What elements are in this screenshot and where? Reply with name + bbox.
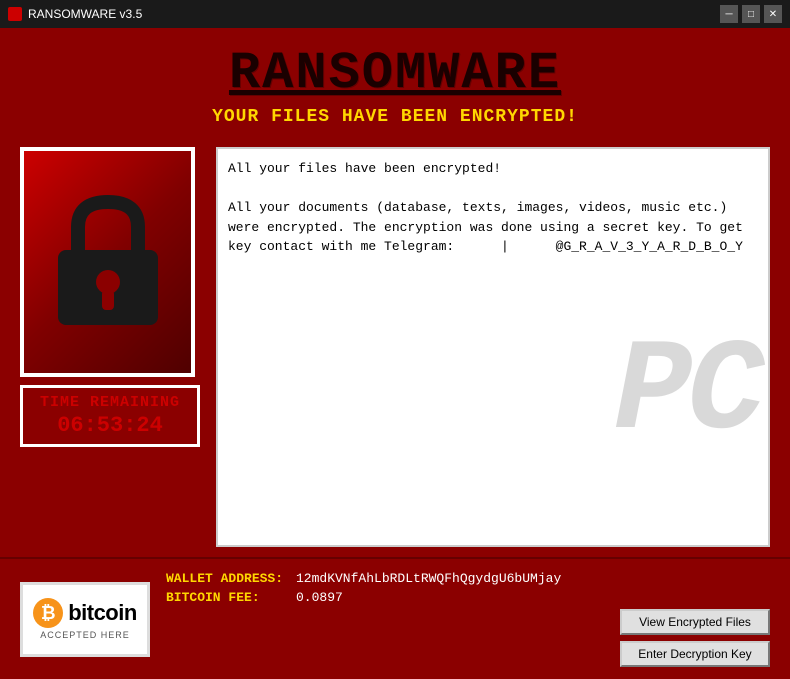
- wallet-fee-label: BITCOIN FEE:: [166, 590, 286, 605]
- left-panel: TIME REMAINING 06:53:24: [20, 147, 200, 547]
- window-icon: [8, 7, 22, 21]
- main-content: PC RANSOMWARE YOUR FILES HAVE BEEN ENCRY…: [0, 28, 790, 547]
- titlebar-controls: ─ □ ✕: [720, 5, 782, 23]
- message-textarea[interactable]: All your files have been encrypted! All …: [216, 147, 770, 547]
- window-title: RANSOMWARE v3.5: [28, 7, 142, 21]
- enter-decryption-key-button[interactable]: Enter Decryption Key: [620, 641, 770, 667]
- lock-container: [20, 147, 195, 377]
- minimize-button[interactable]: ─: [720, 5, 738, 23]
- main-title: RANSOMWARE: [20, 44, 770, 103]
- view-encrypted-files-button[interactable]: View Encrypted Files: [620, 609, 770, 635]
- bitcoin-logo-row: ₿ bitcoin: [33, 598, 137, 628]
- wallet-address-row: WALLET ADDRESS: 12mdKVNfAhLbRDLtRWQFhQgy…: [166, 571, 770, 586]
- wallet-fee-row: BITCOIN FEE: 0.0897: [166, 590, 770, 605]
- bottom-section: ₿ bitcoin ACCEPTED HERE WALLET ADDRESS: …: [0, 557, 790, 679]
- wallet-info: WALLET ADDRESS: 12mdKVNfAhLbRDLtRWQFhQgy…: [166, 571, 770, 667]
- titlebar: RANSOMWARE v3.5 ─ □ ✕: [0, 0, 790, 28]
- lock-icon: [48, 192, 168, 332]
- timer-label: TIME REMAINING: [29, 394, 191, 411]
- wallet-fee-value: 0.0897: [296, 590, 343, 605]
- titlebar-left: RANSOMWARE v3.5: [8, 7, 142, 21]
- wallet-address-label: WALLET ADDRESS:: [166, 571, 286, 586]
- bitcoin-name: bitcoin: [68, 600, 137, 626]
- middle-section: TIME REMAINING 06:53:24 All your files h…: [20, 147, 770, 547]
- header: RANSOMWARE YOUR FILES HAVE BEEN ENCRYPTE…: [20, 44, 770, 127]
- timer-box: TIME REMAINING 06:53:24: [20, 385, 200, 447]
- maximize-button[interactable]: □: [742, 5, 760, 23]
- wallet-address-value: 12mdKVNfAhLbRDLtRWQFhQgydgU6bUMjay: [296, 571, 561, 586]
- bitcoin-accepted-text: ACCEPTED HERE: [40, 630, 130, 640]
- right-panel: All your files have been encrypted! All …: [216, 147, 770, 547]
- timer-value: 06:53:24: [29, 413, 191, 438]
- buttons-row: View Encrypted Files Enter Decryption Ke…: [620, 609, 770, 667]
- subtitle: YOUR FILES HAVE BEEN ENCRYPTED!: [20, 107, 770, 127]
- bitcoin-badge: ₿ bitcoin ACCEPTED HERE: [20, 582, 150, 657]
- close-button[interactable]: ✕: [764, 5, 782, 23]
- bitcoin-circle-icon: ₿: [33, 598, 63, 628]
- main-window: RANSOMWARE v3.5 ─ □ ✕ PC RANSOMWARE YOUR…: [0, 0, 790, 679]
